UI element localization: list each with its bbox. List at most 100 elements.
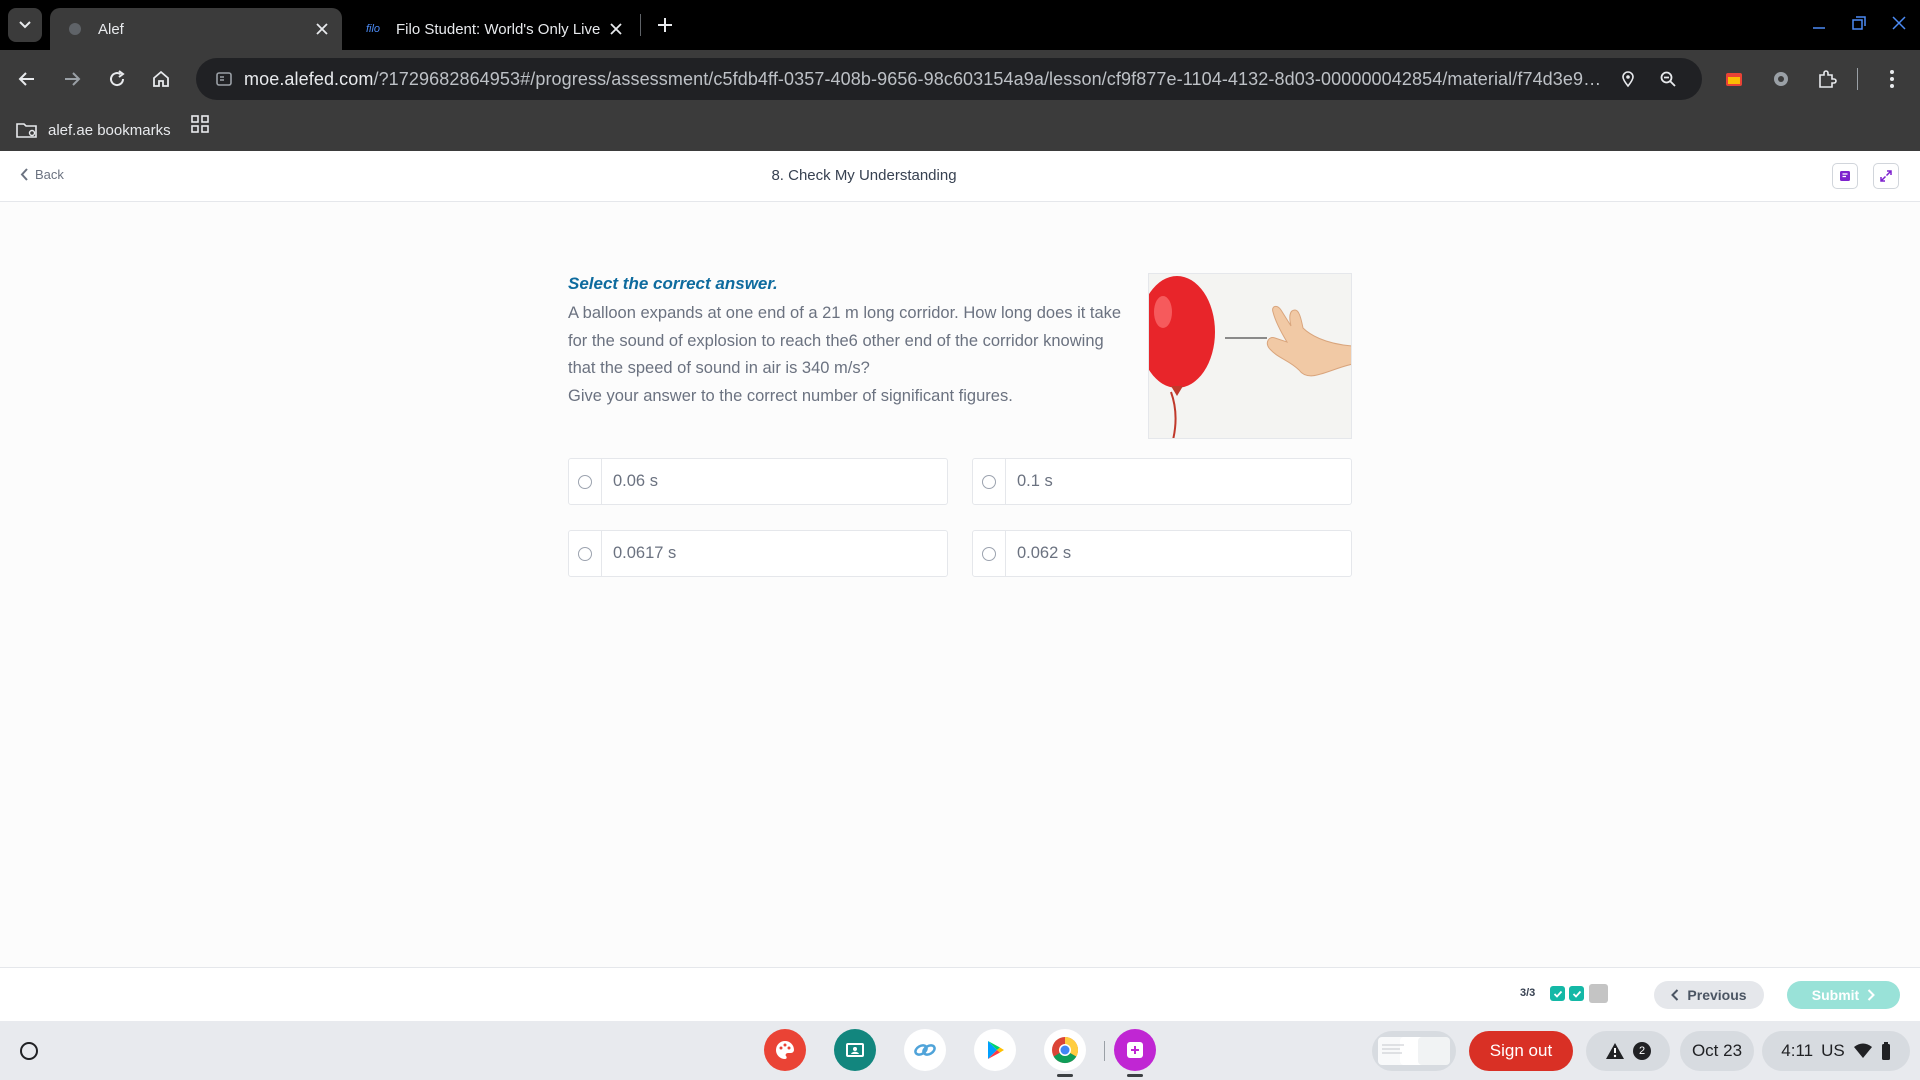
extension-app-icon (1726, 73, 1742, 86)
balloon-image (1148, 273, 1352, 439)
input-method-label: US (1821, 1041, 1845, 1060)
question-line: for the sound of explosion to reach the6… (568, 331, 1104, 350)
option-label: 0.062 s (1017, 544, 1072, 562)
page-title: 8. Check My Understanding (771, 167, 957, 184)
previous-label: Previous (1687, 987, 1747, 1003)
check-icon (1572, 990, 1581, 998)
site-info-icon[interactable] (204, 58, 244, 100)
restore-icon (1852, 16, 1866, 30)
answer-option[interactable]: 0.06 s (568, 458, 948, 505)
time-label: 4:11 (1781, 1041, 1814, 1060)
home-icon (153, 70, 169, 87)
close-tab-icon[interactable] (308, 15, 336, 43)
browser-tabstrip: Alef filo Filo Student: World's Only Liv… (0, 0, 1920, 50)
close-icon (1892, 16, 1906, 30)
chrome-icon (1052, 1036, 1079, 1064)
question-progress-dot[interactable] (1550, 986, 1565, 1001)
fullscreen-button[interactable] (1873, 163, 1899, 189)
warning-icon (1606, 1043, 1624, 1059)
tab-alef[interactable]: Alef (50, 8, 342, 50)
radio-button[interactable] (982, 474, 996, 489)
toolbar-separator (1857, 68, 1858, 90)
tab-search-button[interactable] (8, 8, 42, 42)
tab-separator (640, 14, 641, 36)
tab-title: Alef (98, 20, 124, 38)
question-block: Select the correct answer. A balloon exp… (568, 274, 1148, 410)
reload-button[interactable] (100, 62, 134, 96)
assessment-footer: 3/3 Previous Submit (0, 967, 1920, 1021)
new-tab-button[interactable] (652, 12, 678, 38)
url-text: moe.alefed.com/?1729682864953#/progress/… (244, 69, 1608, 90)
bookmark-folder[interactable]: alef.ae bookmarks (16, 116, 171, 144)
answer-option[interactable]: 0.1 s (972, 458, 1352, 505)
notification-tray[interactable]: 2 (1586, 1031, 1670, 1071)
more-vertical-icon (1890, 70, 1894, 88)
home-button[interactable] (144, 62, 178, 96)
lesson-header: Back 8. Check My Understanding (0, 151, 1920, 202)
status-tray[interactable]: 4:11 US (1762, 1031, 1910, 1071)
extension-button[interactable] (1717, 62, 1751, 96)
notes-button[interactable] (1832, 163, 1858, 189)
submit-label: Submit (1811, 987, 1860, 1003)
wifi-icon (1853, 1043, 1872, 1058)
progress-counter: 3/3 (1520, 987, 1536, 999)
answer-option[interactable]: 0.062 s (972, 530, 1352, 577)
radio-button[interactable] (982, 546, 996, 561)
option-label: 0.1 s (1017, 472, 1053, 490)
shelf-app-chrome[interactable] (1044, 1029, 1086, 1071)
expand-icon (1880, 170, 1892, 182)
option-label: 0.06 s (613, 472, 658, 490)
extension-button[interactable] (1764, 62, 1798, 96)
launcher-button[interactable] (12, 1034, 46, 1068)
radio-button[interactable] (578, 546, 592, 561)
restore-button[interactable] (1846, 10, 1872, 36)
url-host: moe.alefed.com (244, 68, 374, 89)
minimize-icon (1813, 27, 1825, 29)
apps-grid-button[interactable] (190, 114, 214, 138)
browser-toolbar: moe.alefed.com/?1729682864953#/progress/… (0, 50, 1920, 108)
managed-folder-icon (16, 121, 38, 139)
question-progress-dot[interactable] (1589, 984, 1608, 1003)
holding-space-preview[interactable] (1372, 1031, 1456, 1071)
answer-option[interactable]: 0.0617 s (568, 530, 948, 577)
back-nav-button[interactable] (10, 62, 44, 96)
forward-nav-button[interactable] (55, 62, 89, 96)
question-progress-dot[interactable] (1569, 986, 1584, 1001)
close-window-button[interactable] (1886, 10, 1912, 36)
shelf-app-canvas[interactable] (764, 1029, 806, 1071)
option-divider (601, 531, 602, 576)
zoom-icon[interactable] (1648, 58, 1688, 100)
submit-button[interactable]: Submit (1787, 981, 1900, 1009)
address-bar[interactable]: moe.alefed.com/?1729682864953#/progress/… (196, 58, 1702, 100)
location-icon[interactable] (1608, 58, 1648, 100)
minimize-button[interactable] (1806, 10, 1832, 36)
shelf-app-pinned[interactable] (1114, 1029, 1156, 1071)
question-line: A balloon expands at one end of a 21 m l… (568, 304, 1122, 322)
bookmark-folder-label: alef.ae bookmarks (48, 121, 171, 139)
sign-out-button[interactable]: Sign out (1469, 1031, 1573, 1071)
tab-filo[interactable]: filo Filo Student: World's Only Live I (348, 8, 636, 50)
launcher-circle-icon (20, 1042, 38, 1060)
chevron-left-icon (1671, 989, 1679, 1001)
radio-button[interactable] (578, 474, 592, 489)
palette-icon (775, 1041, 794, 1059)
option-divider (1005, 531, 1006, 576)
previous-button[interactable]: Previous (1654, 981, 1764, 1009)
arrow-right-icon (65, 72, 81, 86)
play-store-icon (988, 1041, 1004, 1059)
shelf-app-classroom[interactable] (834, 1029, 876, 1071)
plus-icon (658, 18, 672, 32)
chevron-right-icon (1868, 989, 1876, 1001)
arrow-left-icon (18, 72, 34, 86)
shelf-separator (1104, 1041, 1105, 1061)
question-line: Give your answer to the correct number o… (568, 386, 1013, 405)
shelf-app-link[interactable] (904, 1029, 946, 1071)
close-tab-icon[interactable] (602, 15, 630, 43)
shelf-app-play-store[interactable] (974, 1029, 1016, 1071)
system-shelf: Sign out 2 Oct 23 4:11 US (0, 1021, 1920, 1080)
bookmarks-bar: alef.ae bookmarks (0, 108, 1920, 151)
chrome-menu-button[interactable] (1875, 62, 1909, 96)
check-icon (1553, 990, 1562, 998)
extensions-menu-button[interactable] (1810, 62, 1844, 96)
date-tray[interactable]: Oct 23 (1680, 1031, 1754, 1071)
